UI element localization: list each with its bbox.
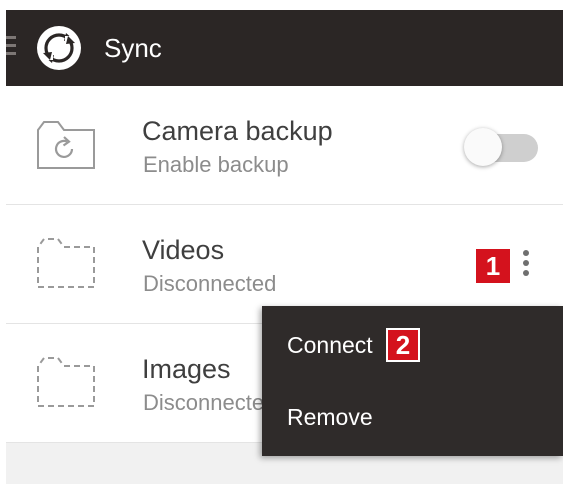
menu-item-remove[interactable]: Remove bbox=[262, 388, 563, 448]
toggle-thumb bbox=[464, 128, 502, 166]
list-item-subtitle: Disconnected bbox=[143, 390, 277, 415]
folder-options-menu: Connect 2 Remove bbox=[262, 306, 563, 456]
app-bar: Sync bbox=[6, 10, 563, 86]
list-item-title: Images bbox=[142, 354, 231, 384]
more-vert-icon[interactable] bbox=[516, 246, 536, 286]
list-item-subtitle: Enable backup bbox=[143, 152, 289, 177]
menu-item-label: Remove bbox=[287, 404, 373, 430]
callout-marker-2: 2 bbox=[386, 328, 420, 362]
callout-marker-1: 1 bbox=[476, 249, 510, 283]
list-item-subtitle: Disconnected bbox=[143, 271, 277, 296]
list-item-camera-backup[interactable]: Camera backup Enable backup bbox=[6, 86, 563, 205]
app-title: Sync bbox=[104, 33, 162, 63]
list-item-title: Camera backup bbox=[142, 116, 333, 146]
hamburger-menu-icon[interactable] bbox=[6, 36, 16, 58]
list-item-title: Videos bbox=[142, 235, 225, 265]
menu-item-label: Connect bbox=[287, 332, 373, 358]
menu-item-connect[interactable]: Connect 2 bbox=[262, 316, 563, 376]
disconnected-folder-icon bbox=[37, 238, 95, 288]
camera-backup-folder-icon bbox=[37, 121, 95, 169]
disconnected-folder-icon bbox=[37, 357, 95, 407]
sync-screen: Sync Camera backup Enable backup Videos … bbox=[6, 10, 563, 484]
sync-logo-icon bbox=[37, 26, 81, 70]
camera-backup-toggle[interactable] bbox=[462, 128, 540, 168]
